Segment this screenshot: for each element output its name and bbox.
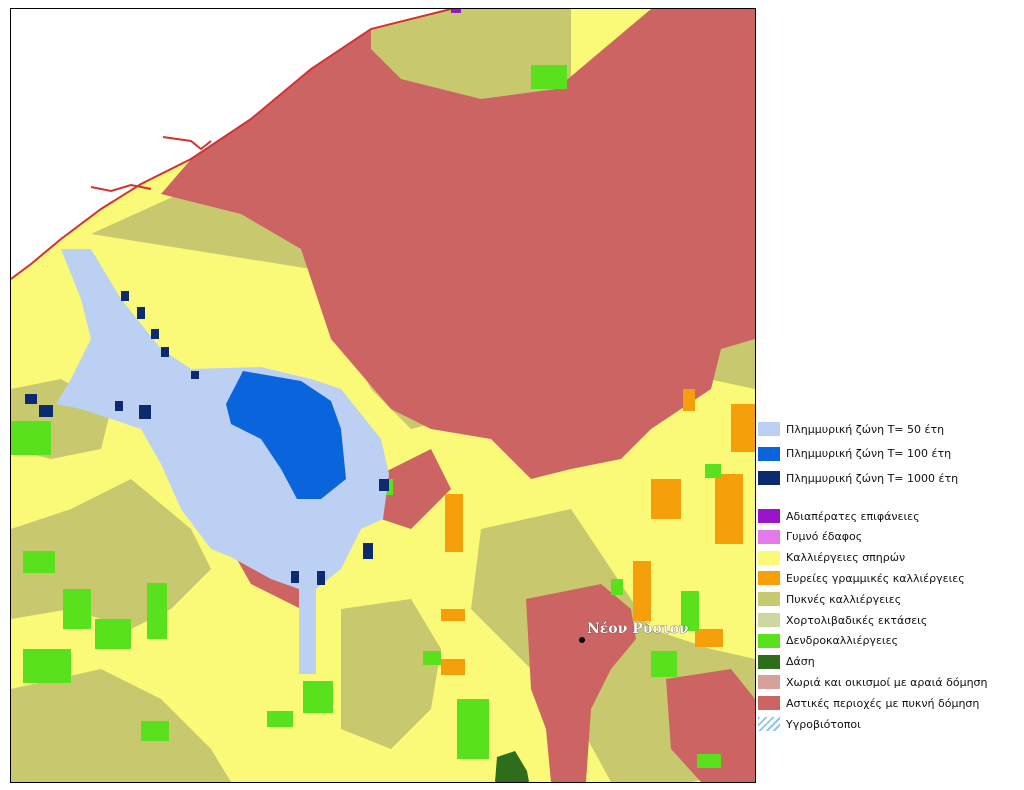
legend-swatch (758, 675, 780, 690)
legend-item-arable: Καλλιέργειες σπηρών (758, 550, 905, 566)
flood-zone-1000-years (291, 571, 299, 583)
flood-zone-1000-years (137, 307, 145, 319)
legend-item-forest: Δάση (758, 654, 815, 670)
legend-label: Αδιαπέρατες επιφάνειες (786, 509, 920, 523)
legend-item-flood-50: Πλημμυρική ζώνη Τ= 50 έτη (758, 421, 944, 437)
broad-linear-crop (731, 404, 755, 452)
flood-zone-1000-years (379, 479, 389, 491)
place-label-neon-rysion: Νέον Ρύσιον (587, 621, 689, 637)
orchard-patch (141, 721, 169, 741)
flood-zone-1000-years (25, 394, 37, 404)
legend-label: Καλλιέργειες σπηρών (786, 551, 906, 565)
legend-swatch (758, 550, 780, 565)
legend-item-impermeable: Αδιαπέρατες επιφάνειες (758, 508, 920, 524)
legend-label: Πλημμυρική ζώνη Τ= 1000 έτη (786, 471, 959, 485)
settlement-dot[interactable] (579, 637, 585, 643)
legend-item-flood-1000: Πλημμυρική ζώνη Τ= 1000 έτη (758, 470, 958, 486)
legend-swatch (758, 529, 780, 544)
orchard-patch (95, 619, 131, 649)
legend-item-flood-100: Πλημμυρική ζώνη Τ= 100 έτη (758, 446, 951, 462)
legend-label: Υγροβιότοποι (786, 717, 861, 731)
orchard-patch (11, 421, 51, 455)
orchard-patch (531, 65, 567, 89)
legend-swatch (758, 717, 780, 731)
legend-label: Αστικές περιοχές με πυκνή δόμηση (786, 696, 980, 710)
legend-label: Δενδροκαλλιέργειες (786, 634, 899, 648)
flood-zone-1000-years (139, 405, 151, 419)
orchard-patch (63, 589, 91, 629)
legend-swatch (758, 422, 780, 436)
legend-swatch (758, 654, 780, 669)
legend-label: Γυμνό έδαφος (786, 530, 863, 544)
legend-label: Πλημμυρική ζώνη Τ= 50 έτη (786, 422, 945, 436)
legend-label: Ευρείες γραμμικές καλλιέργειες (786, 571, 965, 585)
broad-linear-crop (715, 474, 743, 544)
broad-linear-crop (441, 659, 465, 675)
legend-swatch (758, 446, 780, 461)
legend-item-wetlands: Υγροβιότοποι (758, 716, 861, 732)
flood-zone-1000-years (363, 543, 373, 559)
legend-item-villages-sparse: Χωριά και οικισμοί με αραιά δόμηση (758, 674, 988, 690)
legend-item-pasture: Χορτολιβαδικές εκτάσεις (758, 612, 927, 628)
orchard-patch (423, 651, 441, 665)
legend-swatch (758, 633, 780, 648)
legend-swatch (758, 613, 780, 627)
map-legend: Πλημμυρική ζώνη Τ= 50 έτη Πλημμυρική ζώνη… (758, 418, 1020, 738)
orchard-patch (697, 754, 721, 768)
orchard-patch (705, 464, 721, 478)
flood-zone-1000-years (115, 401, 123, 411)
broad-linear-crop (695, 629, 723, 647)
land-use-map[interactable]: Νέον Ρύσιον (10, 8, 756, 783)
orchard-patch (267, 711, 293, 727)
orchard-patch (651, 651, 677, 677)
broad-linear-crop (441, 609, 465, 621)
flood-zone-1000-years (317, 571, 325, 585)
flood-zone-1000-years (161, 347, 169, 357)
legend-item-orchards: Δενδροκαλλιέργειες (758, 633, 898, 649)
broad-linear-crop (633, 561, 651, 621)
orchard-patch (23, 649, 71, 683)
orchard-patch (611, 579, 623, 595)
flood-zone-1000-years (191, 371, 199, 379)
legend-item-bare-soil: Γυμνό έδαφος (758, 529, 862, 545)
orchard-patch (303, 681, 333, 713)
broad-linear-crop (445, 494, 463, 552)
orchard-patch (457, 699, 489, 759)
legend-item-dense-crops: Πυκνές καλλιέργειες (758, 591, 901, 607)
legend-swatch (758, 571, 780, 586)
legend-label: Δάση (786, 655, 815, 669)
legend-swatch (758, 696, 780, 711)
broad-linear-crop (683, 389, 695, 411)
flood-zone-1000-years (151, 329, 159, 339)
map-canvas: Νέον Ρύσιον (11, 9, 755, 782)
flood-zone-1000-years (39, 405, 53, 417)
legend-swatch (758, 509, 780, 523)
legend-item-broad-linear: Ευρείες γραμμικές καλλιέργειες (758, 570, 965, 586)
orchard-patch (147, 583, 167, 639)
legend-label: Πλημμυρική ζώνη Τ= 100 έτη (786, 447, 952, 460)
legend-label: Πυκνές καλλιέργειες (786, 592, 902, 606)
legend-label: Χορτολιβαδικές εκτάσεις (786, 613, 928, 627)
legend-item-urban-dense: Αστικές περιοχές με πυκνή δόμηση (758, 695, 979, 711)
orchard-patch (23, 551, 55, 573)
legend-swatch (758, 471, 780, 485)
impermeable-patch (451, 9, 461, 13)
flood-zone-1000-years (121, 291, 129, 301)
legend-swatch (758, 592, 780, 607)
legend-label: Χωριά και οικισμοί με αραιά δόμηση (786, 675, 988, 689)
broad-linear-crop (651, 479, 681, 519)
